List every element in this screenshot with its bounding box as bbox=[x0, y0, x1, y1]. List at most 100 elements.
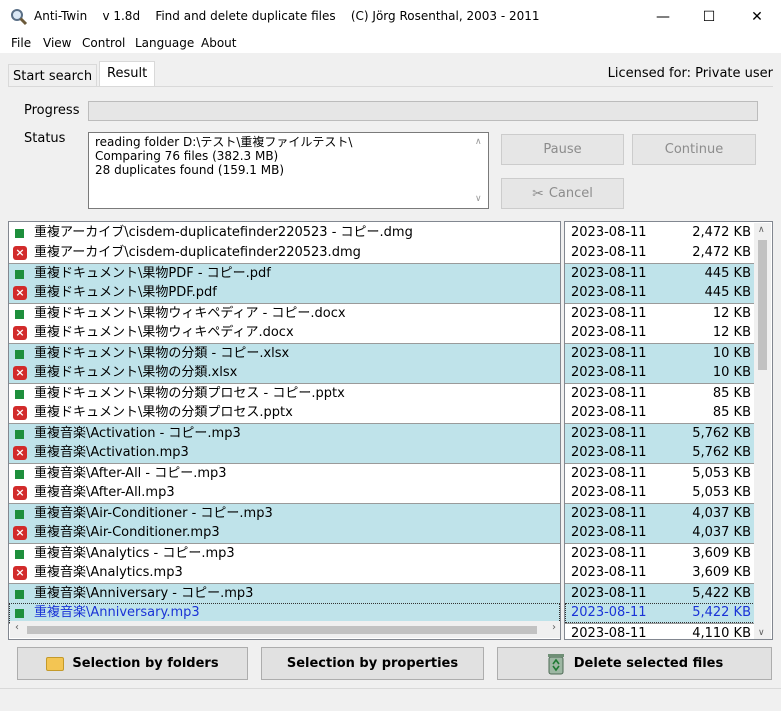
tab-result[interactable]: Result bbox=[99, 61, 156, 87]
file-detail-row[interactable]: 2023-08-11 85 KB bbox=[565, 383, 755, 403]
keep-square-icon[interactable] bbox=[15, 430, 24, 439]
delete-x-icon[interactable]: × bbox=[13, 326, 27, 340]
scroll-down-icon[interactable]: ∨ bbox=[475, 192, 482, 206]
status-scrollbar[interactable]: ∧ ∨ bbox=[471, 133, 488, 208]
file-detail-row[interactable]: 2023-08-11 2,472 KB bbox=[565, 243, 755, 263]
file-date: 2023-08-11 bbox=[571, 325, 647, 340]
file-date: 2023-08-11 bbox=[571, 586, 647, 601]
file-path: 重複音楽\After-All.mp3 bbox=[34, 485, 175, 500]
file-detail-row[interactable]: 2023-08-11 5,422 KB bbox=[565, 603, 755, 623]
selection-by-properties-button[interactable]: Selection by properties bbox=[261, 647, 484, 680]
menu-about[interactable]: About bbox=[201, 36, 236, 50]
status-log[interactable]: reading folder D:\テスト\重複ファイルテスト\ Compari… bbox=[88, 132, 489, 209]
file-row[interactable]: 重複音楽\After-All - コピー.mp3 bbox=[9, 463, 560, 483]
horizontal-scrollbar[interactable]: ‹ › bbox=[10, 621, 560, 638]
menu-view[interactable]: View bbox=[43, 36, 71, 50]
keep-square-icon[interactable] bbox=[15, 550, 24, 559]
delete-x-icon[interactable]: × bbox=[13, 286, 27, 300]
file-row[interactable]: 重複ドキュメント\果物PDF - コピー.pdf bbox=[9, 263, 560, 283]
keep-square-icon[interactable] bbox=[15, 609, 24, 618]
file-detail-row[interactable]: 2023-08-11 10 KB bbox=[565, 363, 755, 383]
file-row[interactable]: × 重複音楽\Air-Conditioner.mp3 bbox=[9, 523, 560, 543]
keep-square-icon[interactable] bbox=[15, 470, 24, 479]
keep-square-icon[interactable] bbox=[15, 310, 24, 319]
file-row[interactable]: × 重複音楽\Analytics.mp3 bbox=[9, 563, 560, 583]
file-detail-row[interactable]: 2023-08-11 5,053 KB bbox=[565, 463, 755, 483]
keep-square-icon[interactable] bbox=[15, 270, 24, 279]
file-detail-row[interactable]: 2023-08-11 5,053 KB bbox=[565, 483, 755, 503]
menu-file[interactable]: File bbox=[11, 36, 31, 50]
scroll-right-icon[interactable]: › bbox=[552, 622, 556, 633]
keep-square-icon[interactable] bbox=[15, 229, 24, 238]
file-details-list[interactable]: 2023-08-11 4,110 KB 2023-08-11 5,422 KB 2023… bbox=[564, 221, 773, 640]
file-row[interactable]: 重複音楽\Activation - コピー.mp3 bbox=[9, 423, 560, 443]
file-row[interactable]: 重複ドキュメント\果物の分類プロセス - コピー.pptx bbox=[9, 383, 560, 403]
file-detail-row[interactable]: 2023-08-11 5,762 KB bbox=[565, 423, 755, 443]
file-row[interactable]: 重複音楽\Anniversary.mp3 bbox=[9, 603, 560, 623]
cancel-button[interactable]: ✂ Cancel bbox=[501, 178, 624, 209]
close-button[interactable]: ✕ bbox=[734, 0, 780, 33]
file-row[interactable]: × 重複音楽\After-All.mp3 bbox=[9, 483, 560, 503]
menu-control[interactable]: Control bbox=[82, 36, 125, 50]
keep-square-icon[interactable] bbox=[15, 510, 24, 519]
keep-square-icon[interactable] bbox=[15, 350, 24, 359]
vertical-scrollbar[interactable]: ∧ ∨ bbox=[754, 223, 771, 639]
delete-x-icon[interactable]: × bbox=[13, 566, 27, 580]
tab-start-search[interactable]: Start search bbox=[8, 64, 98, 86]
maximize-button[interactable]: ☐ bbox=[686, 0, 732, 33]
file-row[interactable]: × 重複ドキュメント\果物PDF.pdf bbox=[9, 283, 560, 303]
delete-x-icon[interactable]: × bbox=[13, 406, 27, 420]
file-row[interactable]: × 重複ドキュメント\果物の分類プロセス.pptx bbox=[9, 403, 560, 423]
file-row[interactable]: 重複音楽\Analytics - コピー.mp3 bbox=[9, 543, 560, 563]
continue-button[interactable]: Continue bbox=[632, 134, 756, 165]
delete-x-icon[interactable]: × bbox=[13, 246, 27, 260]
selection-by-folders-button[interactable]: Selection by folders bbox=[17, 647, 248, 680]
file-row[interactable]: × 重複ドキュメント\果物の分類.xlsx bbox=[9, 363, 560, 383]
scroll-down-icon[interactable]: ∨ bbox=[758, 628, 765, 638]
scroll-thumb[interactable] bbox=[758, 240, 767, 370]
file-row[interactable]: × 重複ドキュメント\果物ウィキペディア.docx bbox=[9, 323, 560, 343]
keep-square-icon[interactable] bbox=[15, 390, 24, 399]
file-detail-row[interactable]: 2023-08-11 3,609 KB bbox=[565, 563, 755, 583]
file-detail-row[interactable]: 2023-08-11 4,110 KB bbox=[565, 623, 755, 639]
scroll-left-icon[interactable]: ‹ bbox=[15, 622, 19, 633]
file-detail-row[interactable]: 2023-08-11 12 KB bbox=[565, 323, 755, 343]
file-detail-row[interactable]: 2023-08-11 445 KB bbox=[565, 283, 755, 303]
file-date: 2023-08-11 bbox=[571, 365, 647, 380]
file-detail-row[interactable]: 2023-08-11 5,762 KB bbox=[565, 443, 755, 463]
scroll-up-icon[interactable]: ∧ bbox=[475, 135, 482, 149]
delete-selected-files-button[interactable]: Delete selected files bbox=[497, 647, 772, 680]
file-detail-row[interactable]: 2023-08-11 4,037 KB bbox=[565, 503, 755, 523]
delete-x-icon[interactable]: × bbox=[13, 366, 27, 380]
file-row[interactable]: 重複音楽\Air-Conditioner - コピー.mp3 bbox=[9, 503, 560, 523]
file-detail-row[interactable]: 2023-08-11 12 KB bbox=[565, 303, 755, 323]
scroll-up-icon[interactable]: ∧ bbox=[758, 225, 765, 235]
file-detail-row[interactable]: 2023-08-11 5,422 KB bbox=[565, 583, 755, 603]
file-date: 2023-08-11 bbox=[571, 605, 647, 620]
pause-button[interactable]: Pause bbox=[501, 134, 624, 165]
file-detail-row[interactable]: 2023-08-11 445 KB bbox=[565, 263, 755, 283]
delete-x-icon[interactable]: × bbox=[13, 526, 27, 540]
menu-bar: File View Control Language About bbox=[0, 33, 781, 53]
file-detail-row[interactable]: 2023-08-11 2,472 KB bbox=[565, 223, 755, 243]
delete-x-icon[interactable]: × bbox=[13, 486, 27, 500]
minimize-button[interactable]: — bbox=[640, 0, 686, 33]
file-date: 2023-08-11 bbox=[571, 506, 647, 521]
file-row[interactable]: 重複ドキュメント\果物の分類 - コピー.xlsx bbox=[9, 343, 560, 363]
file-detail-row[interactable]: 2023-08-11 10 KB bbox=[565, 343, 755, 363]
menu-language[interactable]: Language bbox=[135, 36, 194, 50]
keep-square-icon[interactable] bbox=[15, 590, 24, 599]
file-detail-row[interactable]: 2023-08-11 3,609 KB bbox=[565, 543, 755, 563]
file-detail-row[interactable]: 2023-08-11 4,037 KB bbox=[565, 523, 755, 543]
scroll-thumb[interactable] bbox=[27, 626, 537, 634]
delete-x-icon[interactable]: × bbox=[13, 446, 27, 460]
file-date: 2023-08-11 bbox=[571, 285, 647, 300]
file-list[interactable]: 重複音楽\Anniversary.mp3 重複音楽\Anniversary - コ… bbox=[8, 221, 561, 640]
file-detail-row[interactable]: 2023-08-11 85 KB bbox=[565, 403, 755, 423]
file-row[interactable]: 重複音楽\Anniversary - コピー.mp3 bbox=[9, 583, 560, 603]
file-row[interactable]: × 重複アーカイブ\cisdem-duplicatefinder220523.dm… bbox=[9, 243, 560, 263]
file-row[interactable]: 重複ドキュメント\果物ウィキペディア - コピー.docx bbox=[9, 303, 560, 323]
file-date: 2023-08-11 bbox=[571, 546, 647, 561]
file-row[interactable]: 重複アーカイブ\cisdem-duplicatefinder220523 - コ… bbox=[9, 223, 560, 243]
file-row[interactable]: × 重複音楽\Activation.mp3 bbox=[9, 443, 560, 463]
